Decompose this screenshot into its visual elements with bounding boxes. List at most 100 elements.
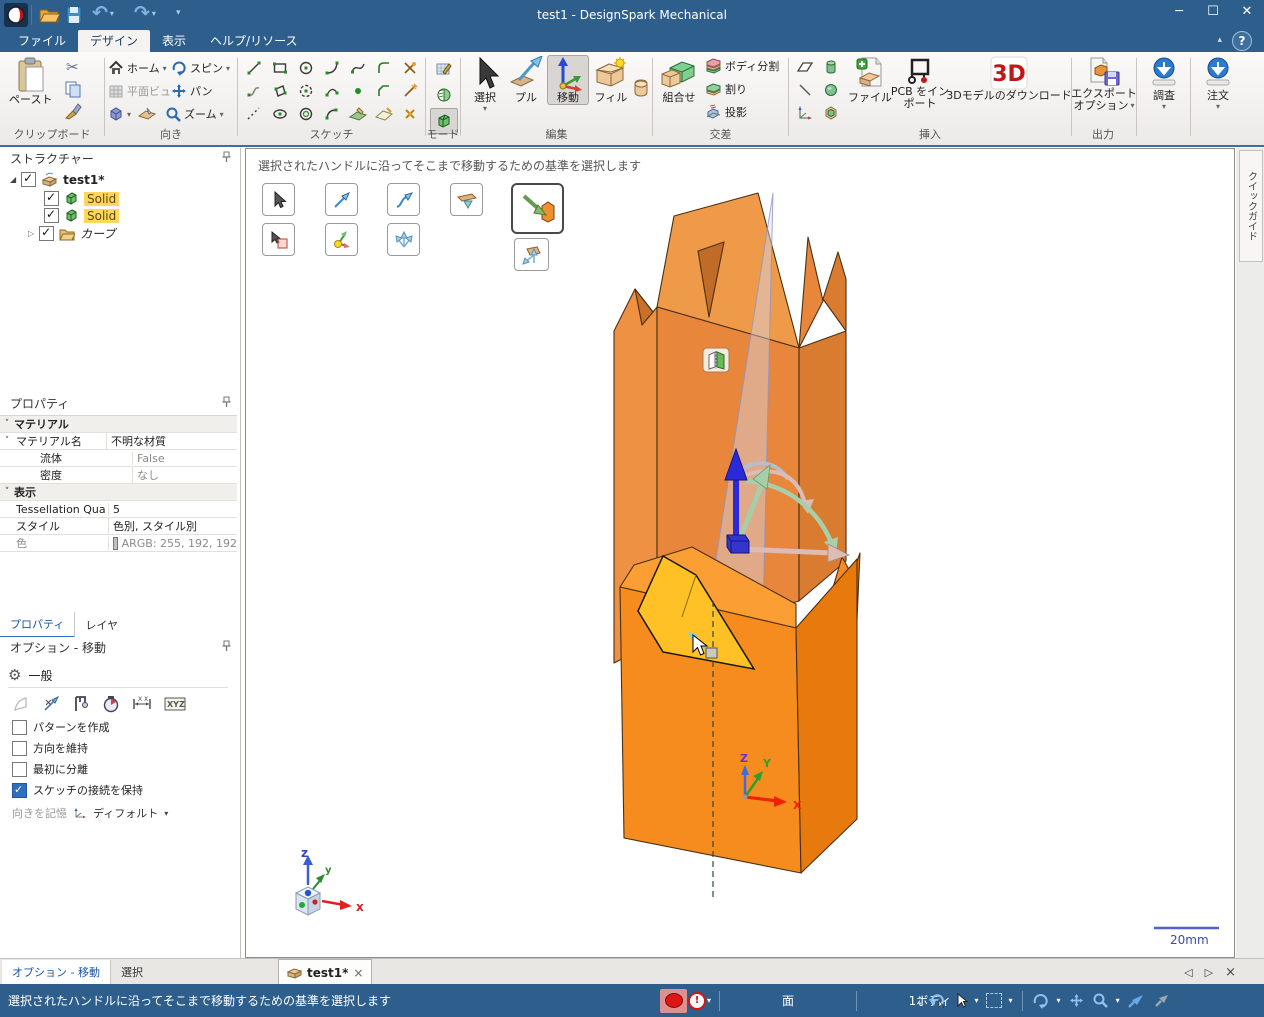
- sketch-offset-circle-icon[interactable]: [294, 103, 318, 124]
- move-tool-button[interactable]: 移動: [547, 55, 589, 105]
- project-button[interactable]: 投影: [705, 102, 747, 122]
- option-create-pattern[interactable]: パターンを作成: [12, 719, 109, 735]
- qat-customize-icon[interactable]: ▾: [176, 8, 181, 18]
- ruler-sweep-icon[interactable]: [12, 695, 30, 713]
- maximize-button[interactable]: ☐: [1196, 0, 1230, 24]
- tab-bar-close-icon[interactable]: ×: [1225, 965, 1236, 980]
- minimize-button[interactable]: ─: [1162, 0, 1196, 24]
- collapse-section-icon[interactable]: ˅: [0, 419, 14, 429]
- sketch-ellipse-icon[interactable]: [268, 103, 292, 124]
- tab-options-move[interactable]: オプション - 移動: [2, 959, 111, 985]
- sketch-fill-icon[interactable]: [346, 103, 370, 124]
- ref-move-up-to-button[interactable]: [511, 183, 564, 234]
- model-3d[interactable]: Z Y X z y x 20mm: [246, 149, 1234, 957]
- sketch-polyline-icon[interactable]: [242, 80, 266, 101]
- pan-view-icon[interactable]: [1068, 992, 1085, 1009]
- tree-row-solid2[interactable]: Solid: [44, 207, 120, 223]
- ref-select-button[interactable]: [262, 183, 295, 216]
- solid1-visibility-checkbox[interactable]: [44, 190, 59, 206]
- zoom-in-arrow-icon[interactable]: [1127, 993, 1145, 1009]
- keep-sketch-connection-checkbox[interactable]: [12, 782, 27, 798]
- undo-view-icon[interactable]: [929, 992, 947, 1010]
- caliper-icon[interactable]: [72, 695, 90, 713]
- ref-fulcrum-button[interactable]: [450, 183, 483, 216]
- tree-row-curves[interactable]: ▷ カーブ: [28, 225, 115, 242]
- orientation-default-dropdown[interactable]: ディフォルト: [93, 805, 158, 821]
- tab-file[interactable]: ファイル: [6, 30, 78, 52]
- paste-button[interactable]: ペースト: [8, 55, 53, 107]
- orientation-dropdown-icon[interactable]: ▾: [164, 809, 168, 818]
- section-mode-button[interactable]: [430, 82, 458, 108]
- collapse-ribbon-icon[interactable]: ▴: [1217, 35, 1222, 45]
- tab-properties[interactable]: プロパティ: [0, 611, 76, 638]
- select-cursor-status-icon[interactable]: [954, 992, 968, 1009]
- record-button[interactable]: [660, 988, 687, 1013]
- select-tool-button[interactable]: 選択 ▾: [463, 55, 507, 114]
- view-cube-button[interactable]: ▾: [108, 104, 157, 124]
- app-icon[interactable]: [4, 3, 28, 27]
- zoom-button[interactable]: ズーム ▾: [165, 104, 224, 124]
- ref-line-button[interactable]: [325, 183, 358, 216]
- solid2-visibility-checkbox[interactable]: [44, 207, 59, 223]
- export-dropdown-icon[interactable]: ▾: [1131, 100, 1135, 112]
- sketch-tangent-arc-icon[interactable]: [320, 57, 344, 78]
- tab-select[interactable]: 選択: [111, 960, 153, 985]
- zoom-view-icon[interactable]: [1092, 992, 1109, 1009]
- pan-button[interactable]: パン: [171, 81, 213, 101]
- fill-tool-button[interactable]: フィル: [589, 55, 633, 105]
- redo-dropdown-icon[interactable]: ▾: [152, 9, 156, 18]
- select-dropdown-icon[interactable]: ▾: [483, 104, 487, 113]
- pin-icon[interactable]: [221, 151, 232, 163]
- ref-component-button[interactable]: [262, 223, 295, 256]
- collapse-row-icon[interactable]: ˅: [0, 436, 14, 446]
- sketch-plane-icon[interactable]: [372, 103, 396, 124]
- tab-scroll-right-icon[interactable]: ▷: [1205, 966, 1213, 979]
- format-painter-button[interactable]: [64, 102, 82, 120]
- sketch-trim-icon[interactable]: [398, 57, 422, 78]
- option-keep-sketch-connection[interactable]: スケッチの接続を保持: [12, 782, 143, 798]
- ref-orient-button[interactable]: [325, 223, 358, 256]
- sketch-chamfer-icon[interactable]: [372, 80, 396, 101]
- detach-first-checkbox[interactable]: [12, 761, 27, 777]
- collapse-section-icon[interactable]: ˅: [0, 487, 14, 497]
- zoom-dropdown-status-icon[interactable]: ▾: [1116, 996, 1120, 1005]
- error-indicator[interactable]: !: [687, 991, 707, 1010]
- sketch-spline-icon[interactable]: [346, 57, 370, 78]
- pin-icon[interactable]: [221, 396, 232, 408]
- tessellation-value[interactable]: 5: [108, 502, 237, 516]
- spin-dropdown-icon[interactable]: ▾: [226, 64, 230, 73]
- pin-icon[interactable]: [221, 640, 232, 652]
- insert-shell-icon[interactable]: [819, 102, 843, 123]
- view-cube-dropdown-icon[interactable]: ▾: [127, 110, 131, 119]
- tree-row-solid1[interactable]: Solid: [44, 190, 120, 206]
- options-general-header[interactable]: ⚙ 一般: [8, 663, 228, 688]
- section-badge-icon[interactable]: [702, 347, 730, 373]
- sketch-delete-icon[interactable]: [398, 103, 422, 124]
- color-value[interactable]: ARGB: 255, 192, 192: [108, 536, 237, 550]
- tab-help[interactable]: ヘルプ/リソース: [198, 30, 309, 52]
- error-dropdown-icon[interactable]: ▾: [707, 996, 711, 1005]
- tab-design[interactable]: デザイン: [78, 30, 151, 52]
- sketch-rotated-rect-icon[interactable]: [268, 80, 292, 101]
- sketch-three-point-arc-icon[interactable]: [320, 80, 344, 101]
- pull-tool-button[interactable]: プル: [505, 55, 547, 105]
- tab-scroll-left-icon[interactable]: ◁: [1184, 966, 1192, 979]
- save-icon[interactable]: [64, 4, 84, 26]
- order-button[interactable]: 注文 ▾: [1195, 55, 1241, 112]
- material-name-value[interactable]: 不明な材質: [106, 433, 237, 449]
- zoom-dropdown-icon[interactable]: ▾: [220, 110, 224, 119]
- sketch-circle-icon[interactable]: [294, 57, 318, 78]
- tree-expand-icon[interactable]: ◢: [10, 175, 16, 184]
- home-view-button[interactable]: ホーム ▾: [108, 58, 167, 78]
- quick-guide-tab[interactable]: クイックガイド: [1239, 150, 1263, 262]
- document-tab-close-icon[interactable]: ×: [353, 966, 363, 980]
- investigate-button[interactable]: 調査 ▾: [1141, 55, 1187, 112]
- sketch-point-icon[interactable]: [346, 80, 370, 101]
- close-button[interactable]: ✕: [1230, 0, 1264, 24]
- ref-plane-move-button[interactable]: [514, 238, 549, 271]
- combine-button[interactable]: 組合せ: [655, 55, 703, 105]
- undo-dropdown-icon[interactable]: ▾: [110, 9, 114, 18]
- replace-tool-button[interactable]: [631, 78, 651, 100]
- sketch-construction-line-icon[interactable]: [242, 103, 266, 124]
- insert-sphere-icon[interactable]: [819, 79, 843, 100]
